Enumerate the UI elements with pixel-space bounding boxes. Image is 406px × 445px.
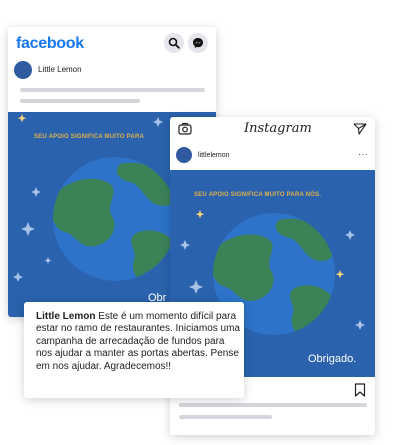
post-caption: Little Lemon Este é um momento difícil p… xyxy=(36,311,240,373)
placeholder-line xyxy=(179,415,272,419)
messenger-button[interactable] xyxy=(188,33,208,53)
post-caption-box: Little Lemon Este é um momento difícil p… xyxy=(24,302,244,398)
post-thanks-text: Obrigado. xyxy=(308,353,357,365)
send-icon[interactable] xyxy=(353,122,367,136)
search-button[interactable] xyxy=(164,33,184,53)
username[interactable]: littlelemon xyxy=(198,152,230,159)
instagram-logo: Instagram xyxy=(244,121,312,136)
post-headline: SEU APOIO SIGNIFICA MUITO PARA NÓS. xyxy=(194,192,322,198)
placeholder-line xyxy=(179,403,367,407)
caption-author[interactable]: Little Lemon xyxy=(36,311,95,322)
search-icon xyxy=(168,37,180,49)
post-headline: SEU APOIO SIGNIFICA MUITO PARA xyxy=(34,134,145,140)
more-options-icon[interactable]: ··· xyxy=(358,149,369,159)
messenger-icon xyxy=(193,38,203,48)
placeholder-line xyxy=(20,88,205,92)
earth-illustration xyxy=(53,157,177,281)
avatar[interactable] xyxy=(14,61,32,79)
facebook-logo: facebook xyxy=(16,35,84,52)
page-name[interactable]: Little Lemon xyxy=(38,65,82,74)
placeholder-line xyxy=(20,99,140,103)
camera-icon[interactable] xyxy=(178,122,192,136)
bookmark-icon[interactable] xyxy=(354,383,366,397)
avatar[interactable] xyxy=(176,147,192,163)
